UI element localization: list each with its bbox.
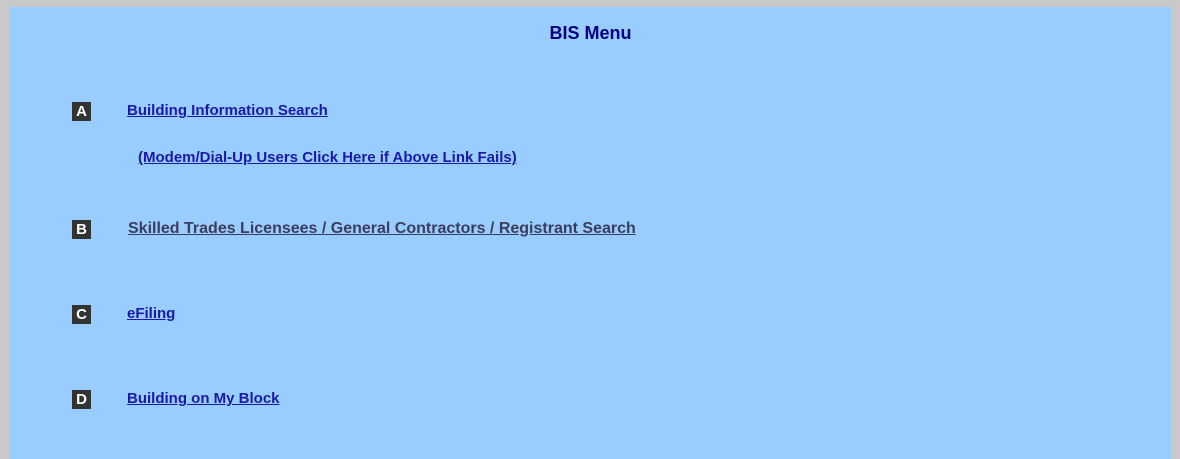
item-b-badge: B — [72, 220, 91, 239]
page-frame: BIS Menu A Building Information Search (… — [0, 0, 1180, 459]
efiling-link[interactable]: eFiling — [127, 305, 175, 322]
building-information-search-link[interactable]: Building Information Search — [127, 102, 328, 119]
menu-title: BIS Menu — [549, 23, 632, 43]
item-a-badge: A — [72, 102, 91, 121]
item-d-badge: D — [72, 390, 91, 409]
modem-dialup-link[interactable]: (Modem/Dial-Up Users Click Here if Above… — [138, 149, 517, 166]
item-c-badge: C — [72, 305, 91, 324]
skilled-trades-search-link[interactable]: Skilled Trades Licensees / General Contr… — [128, 220, 636, 238]
bis-menu-panel: BIS Menu A Building Information Search (… — [10, 7, 1171, 459]
building-on-my-block-link[interactable]: Building on My Block — [127, 390, 280, 407]
